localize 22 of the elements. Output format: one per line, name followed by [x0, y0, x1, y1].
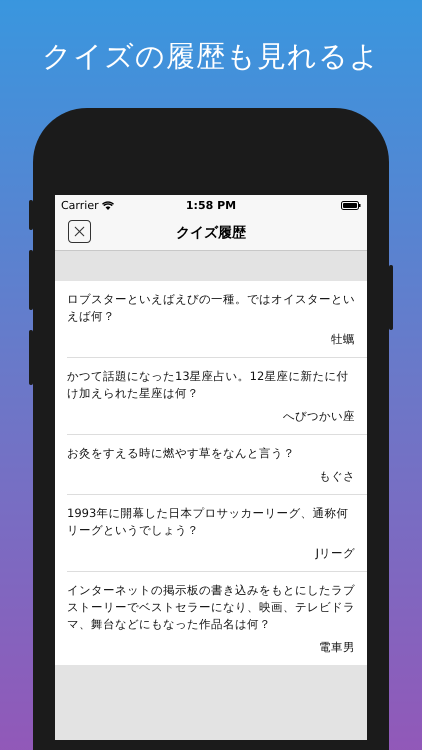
question-text: インターネットの掲示板の書き込みをもとにしたラブストーリーでベストセラーになり、映画、テレビドラマ、舞台などにもなった作品名は何？: [67, 582, 355, 633]
question-text: 1993年に開幕した日本プロサッカーリーグ、通称何リーグというでしょう？: [67, 505, 350, 539]
history-row[interactable]: 1993年に開幕した日本プロサッカーリーグ、通称何リーグというでしょう？ Jリーグ: [67, 495, 367, 572]
history-row[interactable]: インターネットの掲示板の書き込みをもとにしたラブストーリーでベストセラーになり、映画、テレビドラマ、舞台などにもなった作品名は何？ 電車男: [67, 572, 367, 665]
history-row[interactable]: お灸をすえる時に燃やす草をなんと言う？ もぐさ: [67, 435, 367, 495]
status-time: 1:58 PM: [186, 198, 236, 212]
answer-text: 電車男: [319, 639, 355, 656]
question-text: かつて話題になった13星座占い。12星座に新たに付け加えられた星座は何？: [67, 368, 350, 402]
history-row[interactable]: ロブスターといえばえびの一種。ではオイスターといえば何？ 牡蠣: [67, 281, 367, 358]
nav-title: クイズ履歴: [176, 224, 246, 242]
wifi-icon: [102, 200, 114, 210]
question-text: お灸をすえる時に燃やす草をなんと言う？: [67, 445, 296, 462]
answer-text: もぐさ: [319, 468, 355, 485]
headline: クイズの履歴も見れるよ: [42, 38, 380, 75]
answer-text: 牡蠣: [331, 331, 355, 348]
answer-text: へびつかい座: [283, 408, 355, 425]
battery-icon: [340, 200, 361, 210]
close-button[interactable]: [68, 220, 91, 243]
question-text: ロブスターといえばえびの一種。ではオイスターといえば何？: [67, 291, 355, 325]
answer-text: Jリーグ: [316, 545, 355, 562]
carrier-label: Carrier: [61, 198, 99, 212]
history-row[interactable]: かつて話題になった13星座占い。12星座に新たに付け加えられた星座は何？ へびつかい座: [67, 358, 367, 435]
